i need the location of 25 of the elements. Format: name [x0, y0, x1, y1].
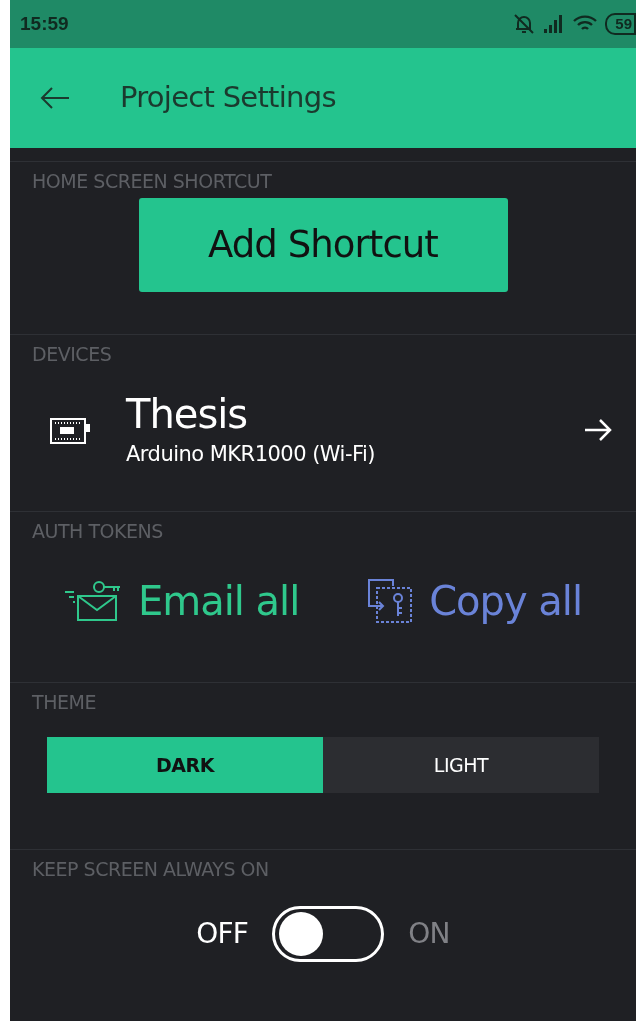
bell-off-icon [513, 13, 536, 35]
forward-arrow-icon[interactable] [584, 418, 612, 442]
toggle-switch[interactable] [272, 906, 385, 962]
off-label: OFF [196, 916, 249, 952]
envelope-key-icon [63, 580, 122, 622]
section-title: HOME SCREEN SHORTCUT [31, 169, 273, 194]
section-title: DEVICES [31, 342, 113, 367]
add-shortcut-button[interactable]: Add Shortcut [138, 198, 508, 292]
theme-option[interactable]: LIGHT [323, 737, 599, 793]
device-board-icon [50, 416, 90, 444]
section-title: AUTH TOKENS [31, 519, 164, 544]
device-row[interactable]: Thesis Arduino MKR1000 (Wi-Fi) [10, 369, 636, 511]
section-title: THEME [31, 690, 97, 715]
email-all-button[interactable]: Email all [63, 571, 300, 631]
device-model: Arduino MKR1000 (Wi-Fi) [126, 441, 376, 469]
back-arrow-icon[interactable] [40, 87, 70, 109]
copy-key-icon [367, 578, 414, 624]
theme-option[interactable]: DARK [47, 737, 323, 793]
on-label: ON [408, 916, 450, 952]
copy-all-button[interactable]: Copy all [367, 571, 583, 631]
status-time: 15:59 [20, 11, 69, 36]
device-name: Thesis [126, 390, 249, 440]
section-title: KEEP SCREEN ALWAYS ON [31, 857, 270, 882]
battery-indicator: 59 [605, 13, 636, 35]
header-title: Project Settings [120, 79, 336, 117]
